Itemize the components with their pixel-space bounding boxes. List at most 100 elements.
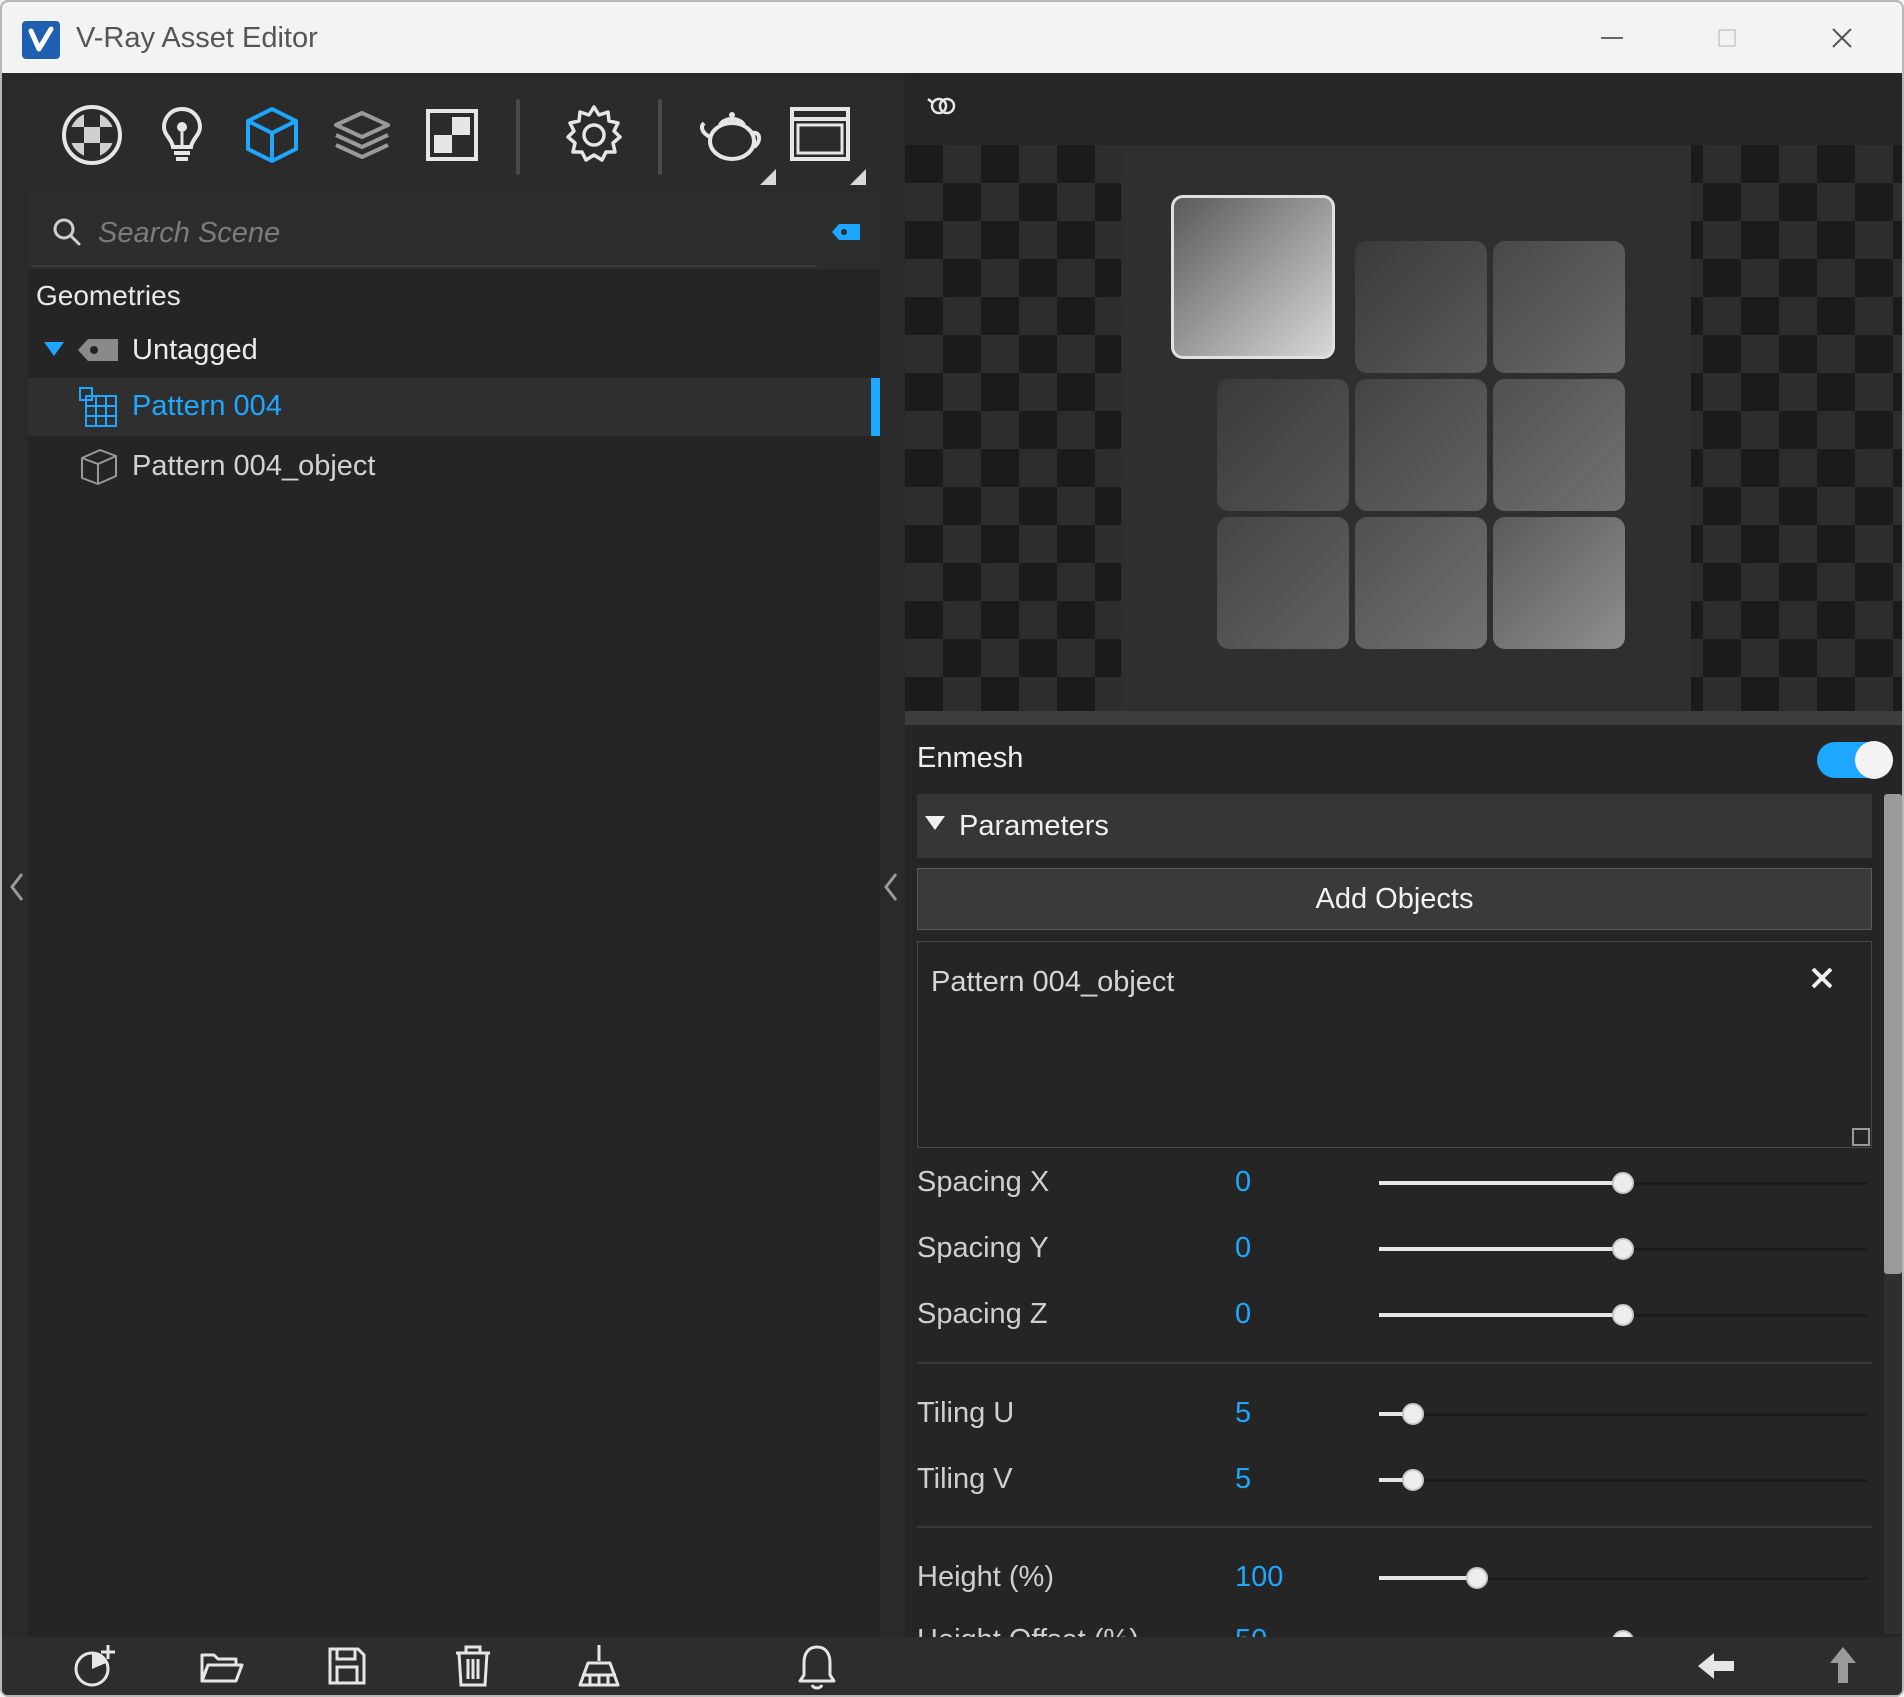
preview-tile [1493, 379, 1625, 511]
property-name: Spacing Z [917, 1298, 1048, 1330]
property-name: Height (%) [917, 1561, 1054, 1593]
add-objects-button[interactable]: Add Objects [917, 868, 1872, 930]
slider-thumb[interactable] [1612, 1304, 1634, 1326]
property-value[interactable]: 0 [1235, 1232, 1251, 1265]
selection-indicator [871, 378, 880, 436]
property-row: Height (%) 100 [917, 1553, 1872, 1603]
property-value[interactable]: 5 [1235, 1397, 1251, 1430]
properties-scrollbar-thumb[interactable] [1884, 794, 1902, 1274]
slider-track[interactable] [1379, 1413, 1867, 1416]
bottom-toolbar [2, 1637, 1902, 1695]
title-bar: V-Ray Asset Editor [2, 2, 1902, 73]
property-row: Height Offset (%) 50 [917, 1616, 1872, 1637]
property-row: Tiling U 5 [917, 1389, 1872, 1439]
preview-resize-handle[interactable] [905, 711, 1902, 725]
frame-buffer-icon[interactable] [784, 99, 856, 171]
add-asset-icon[interactable] [70, 1641, 120, 1691]
slider-fill [1379, 1181, 1623, 1185]
geometry-icon[interactable] [236, 99, 308, 171]
render-teapot-icon[interactable] [694, 99, 766, 171]
preview-swatch-area [1121, 145, 1691, 711]
parameters-section-header[interactable]: Parameters [917, 794, 1872, 858]
maximize-button[interactable] [1697, 16, 1757, 60]
textures-icon[interactable] [416, 99, 488, 171]
properties-scrollbar-track[interactable] [1884, 1274, 1902, 1634]
toolbar-separator [658, 99, 662, 175]
preview-tile [1355, 241, 1487, 373]
slider-thumb[interactable] [1402, 1403, 1424, 1425]
delete-icon[interactable] [448, 1641, 498, 1691]
settings-icon[interactable] [558, 99, 630, 171]
object-list-item[interactable]: Pattern 004_object [931, 966, 1174, 999]
search-scene-box [28, 197, 880, 269]
asset-editor-window: V-Ray Asset Editor Search Scene Geometri… [0, 0, 1904, 1697]
toolbar-separator [516, 99, 520, 175]
property-row: Spacing Z 0 [917, 1290, 1872, 1340]
property-group-separator [917, 1526, 1872, 1528]
materials-icon[interactable] [56, 99, 128, 171]
tag-filter-icon[interactable] [832, 223, 862, 241]
property-name: Spacing X [917, 1166, 1050, 1198]
pattern-grid-icon [79, 387, 117, 427]
slider-thumb[interactable] [1402, 1469, 1424, 1491]
expand-arrow-icon[interactable] [44, 342, 64, 358]
property-value[interactable]: 0 [1235, 1298, 1251, 1331]
window-title: V-Ray Asset Editor [76, 22, 318, 54]
property-name: Tiling V [917, 1463, 1013, 1495]
preview-tile [1355, 517, 1487, 649]
property-value[interactable]: 100 [1235, 1561, 1283, 1594]
remove-object-icon[interactable] [1808, 964, 1836, 992]
tag-icon [78, 339, 118, 361]
property-name: Height Offset (%) [917, 1624, 1139, 1637]
property-row: Spacing X 0 [917, 1158, 1872, 1208]
mesh-object-icon [81, 449, 117, 485]
purge-broom-icon[interactable] [574, 1641, 624, 1691]
slider-thumb[interactable] [1612, 1238, 1634, 1260]
collapse-arrow-icon [925, 816, 945, 830]
toggle-knob [1855, 741, 1893, 779]
preview-tile [1217, 517, 1349, 649]
slider-track[interactable] [1379, 1479, 1867, 1482]
preview-tile [1493, 241, 1625, 373]
property-row: Tiling V 5 [917, 1455, 1872, 1505]
collapse-left-icon[interactable] [6, 870, 28, 904]
tree-item-pattern-004[interactable]: Pattern 004 [28, 378, 880, 436]
close-window-button[interactable] [1812, 16, 1872, 60]
slider-thumb[interactable] [1466, 1567, 1488, 1589]
property-name: Tiling U [917, 1397, 1015, 1429]
parameters-label: Parameters [959, 810, 1109, 842]
vray-logo-icon [22, 21, 60, 59]
material-preview [905, 145, 1902, 711]
preview-link-icon[interactable] [925, 89, 959, 123]
tree-item-pattern-004-object[interactable]: Pattern 004_object [28, 438, 880, 496]
property-row: Spacing Y 0 [917, 1224, 1872, 1274]
slider-thumb[interactable] [1612, 1630, 1634, 1637]
frame-buffer-dropdown-indicator[interactable] [850, 169, 866, 185]
property-value[interactable]: 5 [1235, 1463, 1251, 1496]
tree-group-label: Untagged [132, 334, 258, 366]
tree-group-untagged[interactable]: Untagged [28, 322, 880, 380]
preview-tile [1171, 195, 1335, 359]
property-value[interactable]: 0 [1235, 1166, 1251, 1199]
property-group-separator [917, 1362, 1872, 1364]
notifications-bell-icon[interactable] [792, 1641, 842, 1691]
property-value[interactable]: 50 [1235, 1624, 1267, 1637]
collapse-panel-icon[interactable] [880, 870, 902, 904]
render-dropdown-indicator[interactable] [760, 169, 776, 185]
save-icon[interactable] [322, 1641, 372, 1691]
open-folder-icon[interactable] [196, 1641, 246, 1691]
tree-item-label: Pattern 004_object [132, 450, 376, 482]
back-arrow-icon[interactable] [1692, 1641, 1742, 1691]
search-icon [53, 218, 81, 246]
preview-header [905, 73, 1902, 145]
slider-fill [1379, 1247, 1623, 1251]
up-arrow-icon[interactable] [1818, 1641, 1868, 1691]
list-resize-handle[interactable] [1852, 1128, 1870, 1146]
minimize-button[interactable] [1582, 16, 1642, 60]
slider-thumb[interactable] [1612, 1172, 1634, 1194]
search-scene-input[interactable] [98, 211, 798, 255]
enmesh-toggle[interactable] [1817, 741, 1893, 779]
render-elements-icon[interactable] [326, 99, 398, 171]
slider-fill [1379, 1576, 1477, 1580]
lights-icon[interactable] [146, 99, 218, 171]
